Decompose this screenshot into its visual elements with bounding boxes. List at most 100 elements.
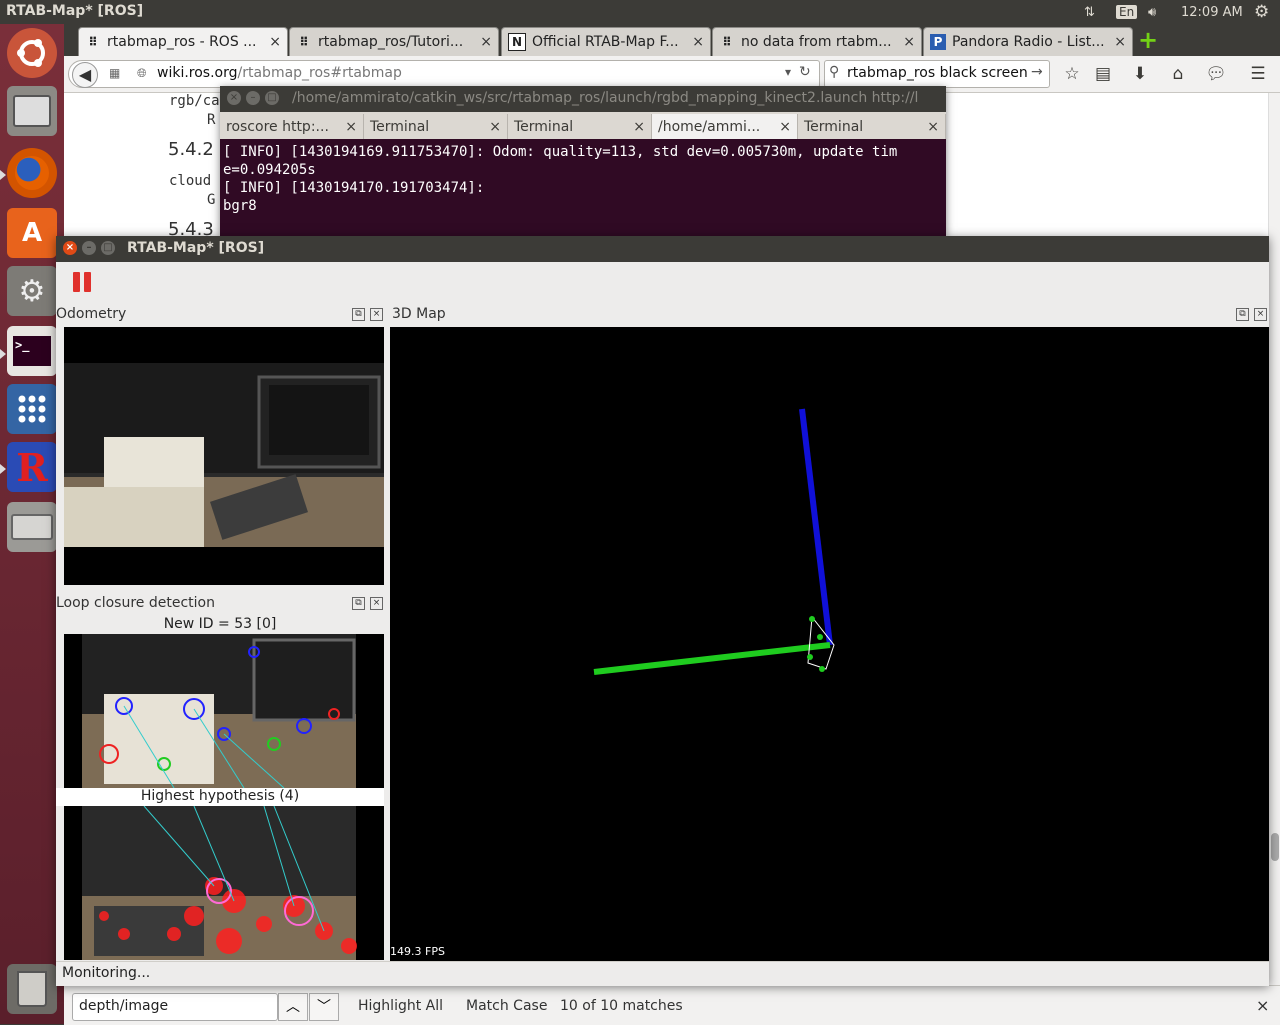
minimize-icon[interactable]: – xyxy=(246,91,260,105)
ros-wiki-icon: ⠿ xyxy=(88,35,98,49)
dropdown-icon[interactable]: ▾ xyxy=(785,65,791,79)
ubuntu-dash-icon[interactable] xyxy=(7,28,57,78)
status-text: Monitoring... xyxy=(62,965,151,981)
tab-no-data[interactable]: ⠿ no data from rtabm... × xyxy=(712,27,922,56)
ros-wiki-icon: ⠿ xyxy=(299,35,309,49)
search-icon: ⚲ xyxy=(829,64,840,80)
active-window-title: RTAB-Map* [ROS] xyxy=(6,3,144,19)
close-icon[interactable]: × xyxy=(370,308,383,321)
rtabmap-icon[interactable]: R xyxy=(7,442,57,492)
software-center-icon[interactable]: A xyxy=(7,208,57,258)
network-icon[interactable]: ⇅ xyxy=(1084,2,1095,22)
highest-hypothesis-label: Highest hypothesis (4) xyxy=(56,788,384,806)
pause-button[interactable] xyxy=(73,272,93,294)
close-icon[interactable]: × xyxy=(370,597,383,610)
settings-gear-icon[interactable]: ⚙ xyxy=(1254,2,1269,22)
terminal-tab-2[interactable]: Terminal × xyxy=(364,114,508,139)
close-icon[interactable]: × xyxy=(269,34,281,50)
close-icon[interactable]: × xyxy=(1254,308,1267,321)
close-icon[interactable]: × xyxy=(1114,34,1126,50)
find-close-button[interactable]: × xyxy=(1256,996,1269,1015)
z-axis xyxy=(799,408,833,646)
close-icon[interactable]: × xyxy=(633,119,645,135)
map-title: 3D Map xyxy=(392,306,446,322)
search-input[interactable]: rtabmap_ros black screen xyxy=(847,65,1028,81)
close-icon[interactable]: × xyxy=(345,119,357,135)
downloads-icon[interactable]: ⬇ xyxy=(1128,62,1152,86)
page-text-r: R xyxy=(207,112,216,128)
terminal-tab-roscore[interactable]: roscore http:... × xyxy=(220,114,364,139)
new-tab-button[interactable]: + xyxy=(1138,26,1158,54)
loop-closure-title: Loop closure detection xyxy=(56,595,215,611)
close-icon[interactable]: × xyxy=(927,119,939,135)
terminal-output[interactable]: [ INFO] [1430194169.911753470]: Odom: qu… xyxy=(223,143,943,215)
close-icon[interactable]: × xyxy=(227,91,241,105)
scrollbar-thumb[interactable] xyxy=(1271,833,1279,861)
apps-grid-icon[interactable] xyxy=(7,384,57,434)
maximize-icon[interactable]: □ xyxy=(265,91,279,105)
close-icon[interactable]: × xyxy=(779,119,791,135)
tab-tutorials[interactable]: ⠿ rtabmap_ros/Tutori... × xyxy=(289,27,499,56)
new-image xyxy=(64,634,384,788)
drive-icon[interactable] xyxy=(7,502,57,552)
tab-official-forum[interactable]: N Official RTAB-Map F... × xyxy=(501,27,711,56)
page-identity-icon[interactable]: ▦ xyxy=(109,66,120,80)
terminal-titlebar: × – □ /home/ammirato/catkin_ws/src/rtabm… xyxy=(220,86,946,112)
match-case-button[interactable]: Match Case xyxy=(466,998,547,1014)
files-icon[interactable] xyxy=(7,86,57,136)
minimize-icon[interactable]: – xyxy=(82,241,96,255)
maximize-icon[interactable]: □ xyxy=(101,241,115,255)
odometry-view xyxy=(64,327,384,585)
3d-map-view[interactable]: 149.3 FPS xyxy=(390,327,1269,961)
close-icon[interactable]: × xyxy=(489,119,501,135)
close-icon[interactable]: × xyxy=(692,34,704,50)
pandora-icon: P xyxy=(930,34,946,50)
status-bar: Monitoring... xyxy=(56,961,1269,986)
float-icon[interactable]: ⧉ xyxy=(352,308,365,321)
terminal-tab-3[interactable]: Terminal × xyxy=(508,114,652,139)
tab-rtabmap-ros[interactable]: ⠿ rtabmap_ros - ROS ... × xyxy=(78,27,288,56)
menu-icon[interactable]: ☰ xyxy=(1246,62,1270,86)
search-bar[interactable]: ⚲ rtabmap_ros black screen → xyxy=(824,60,1050,88)
reload-icon[interactable]: ↻ xyxy=(799,64,811,80)
keyboard-icon[interactable]: En xyxy=(1116,2,1138,22)
odometry-title: Odometry xyxy=(56,306,127,322)
clock[interactable]: 12:09 AM xyxy=(1181,2,1243,22)
float-icon[interactable]: ⧉ xyxy=(352,597,365,610)
terminal-tab-home[interactable]: /home/ammi... × xyxy=(652,114,798,139)
globe-icon: 🌐︎ xyxy=(137,66,147,80)
fps-label: 149.3 FPS xyxy=(390,945,445,958)
volume-icon[interactable]: 🔊︎ xyxy=(1148,2,1156,22)
terminal-icon[interactable]: >_ xyxy=(7,326,57,376)
float-icon[interactable]: ⧉ xyxy=(1236,308,1249,321)
hypothesis-image xyxy=(64,806,384,960)
new-id-label: New ID = 53 [0] xyxy=(163,616,277,632)
find-previous-button[interactable]: ︿ xyxy=(278,993,308,1021)
url-text: wiki.ros.org/rtabmap_ros#rtabmap xyxy=(157,65,402,81)
bookmark-star-icon[interactable]: ☆ xyxy=(1060,62,1084,86)
terminal-tab-5[interactable]: Terminal × xyxy=(798,114,946,139)
search-go-icon[interactable]: → xyxy=(1031,64,1043,80)
close-icon[interactable]: × xyxy=(903,34,915,50)
home-icon[interactable]: ⌂ xyxy=(1166,62,1190,86)
url-bar[interactable]: ◀ ▦ 🌐︎ wiki.ros.org/rtabmap_ros#rtabmap … xyxy=(68,60,820,88)
new-image-view xyxy=(64,634,384,788)
firefox-icon[interactable] xyxy=(7,148,57,198)
close-icon[interactable]: × xyxy=(480,34,492,50)
reading-list-icon[interactable]: ▤ xyxy=(1091,62,1115,86)
close-icon[interactable]: × xyxy=(63,241,77,255)
hypothesis-image-view xyxy=(64,806,384,960)
tab-pandora[interactable]: P Pandora Radio - List... × xyxy=(923,27,1133,56)
chat-icon[interactable]: 💬︎ xyxy=(1204,62,1228,86)
find-input[interactable]: depth/image xyxy=(72,993,278,1021)
system-settings-icon[interactable]: ⚙ xyxy=(7,266,57,316)
launcher: A ⚙ >_ R xyxy=(0,24,64,1024)
highlight-all-button[interactable]: Highlight All xyxy=(358,998,443,1014)
top-panel: RTAB-Map* [ROS] ⇅ En 🔊︎ 12:09 AM ⚙ xyxy=(0,0,1280,24)
back-button[interactable]: ◀ xyxy=(72,62,98,88)
page-text-g: G xyxy=(207,192,216,208)
trash-icon[interactable] xyxy=(7,964,57,1014)
find-next-button[interactable]: ﹀ xyxy=(309,993,339,1021)
map-canvas xyxy=(593,408,835,675)
page-scrollbar[interactable] xyxy=(1268,93,1280,985)
